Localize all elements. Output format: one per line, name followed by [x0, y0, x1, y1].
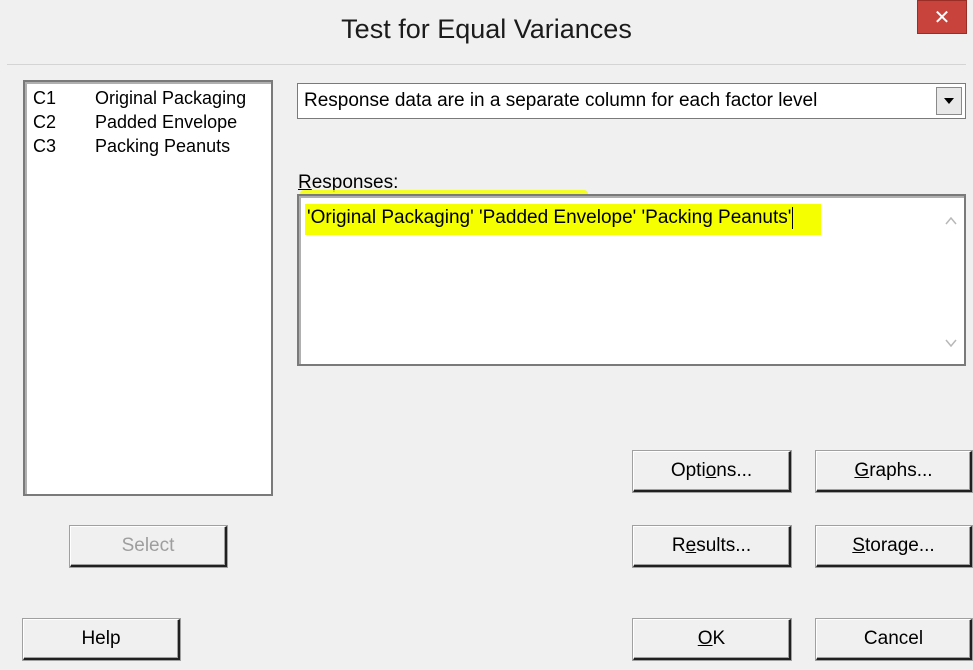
chevron-down-icon — [944, 98, 954, 104]
column-name: Packing Peanuts — [95, 136, 231, 156]
column-id: C2 — [33, 112, 57, 132]
graphs-button[interactable]: Graphs... — [816, 451, 972, 492]
data-layout-selected: Response data are in a separate column f… — [304, 90, 818, 111]
data-layout-select[interactable]: Response data are in a separate column f… — [297, 83, 966, 119]
text-caret — [792, 207, 794, 229]
title-divider — [7, 64, 966, 65]
storage-button[interactable]: Storage... — [816, 526, 972, 567]
list-item[interactable]: C1 Original Packaging — [33, 86, 246, 110]
vertical-scrollbar[interactable] — [940, 198, 962, 362]
dialog-title: Test for Equal Variances — [341, 14, 632, 44]
scroll-up-icon[interactable] — [940, 212, 962, 230]
ok-button[interactable]: OK — [633, 619, 791, 660]
help-button[interactable]: Help — [23, 619, 180, 660]
dropdown-button[interactable] — [936, 87, 962, 115]
responses-value: 'Original Packaging' 'Padded Envelope' '… — [305, 204, 822, 236]
results-button[interactable]: Results... — [633, 526, 791, 567]
title-bar: Test for Equal Variances ✕ — [0, 0, 973, 64]
close-icon: ✕ — [933, 6, 951, 29]
scroll-down-icon[interactable] — [940, 334, 962, 352]
list-item[interactable]: C3 Packing Peanuts — [33, 134, 230, 158]
column-id: C1 — [33, 88, 57, 108]
close-button[interactable]: ✕ — [917, 0, 967, 34]
responses-field[interactable]: 'Original Packaging' 'Padded Envelope' '… — [297, 194, 966, 366]
column-name: Padded Envelope — [95, 112, 238, 132]
column-name: Original Packaging — [95, 88, 247, 108]
options-button[interactable]: Options... — [633, 451, 791, 492]
variables-list[interactable]: C1 Original Packaging C2 Padded Envelope C… — [23, 80, 273, 496]
cancel-button[interactable]: Cancel — [816, 619, 972, 660]
list-item[interactable]: C2 Padded Envelope — [33, 110, 237, 134]
select-button[interactable]: Select — [70, 526, 227, 567]
column-id: C3 — [33, 136, 57, 156]
